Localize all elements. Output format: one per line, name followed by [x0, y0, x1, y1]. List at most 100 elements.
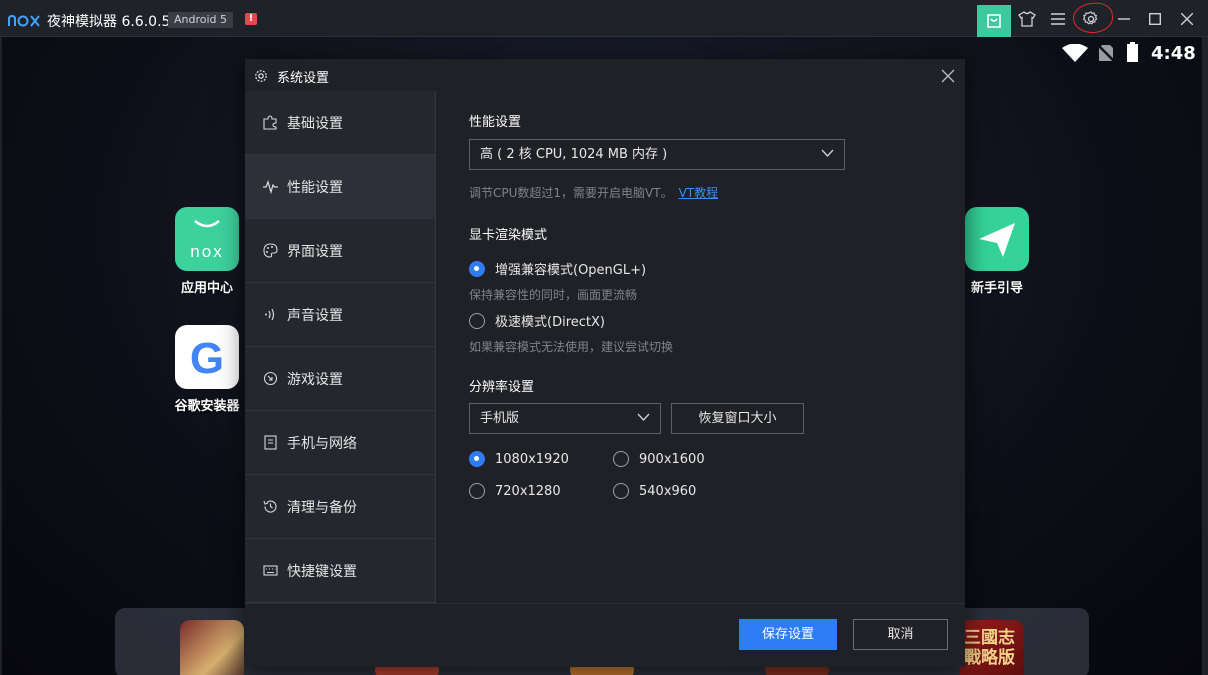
- dialog-title: 系统设置: [277, 71, 330, 86]
- sidebar-item-performance[interactable]: 性能设置: [245, 155, 435, 219]
- beginner-guide-label: 新手引导: [970, 281, 1023, 296]
- close-icon: [941, 69, 955, 83]
- sidebar-item-label: 性能设置: [287, 179, 343, 196]
- android-version-badge: Android 5: [168, 12, 234, 28]
- resolution-option-label: 540x960: [639, 483, 697, 499]
- resolution-option-label: 1080x1920: [495, 451, 569, 467]
- sidebar-item-basic[interactable]: 基础设置: [245, 91, 435, 155]
- opengl-desc: 保持兼容性的同时，画面更流畅: [469, 288, 638, 302]
- opengl-radio-label: 增强兼容模式(OpenGL+): [495, 263, 647, 278]
- sidebar-item-clean-backup[interactable]: 清理与备份: [245, 475, 435, 539]
- app-center-label: 应用中心: [180, 281, 233, 296]
- directx-radio-label: 极速模式(DirectX): [495, 315, 605, 330]
- resolution-1080-radio[interactable]: 1080x1920: [469, 451, 569, 467]
- battery-icon: [1127, 42, 1138, 62]
- title-bar: 夜神模拟器 6.6.0.5 Android 5 !: [0, 0, 1208, 37]
- sidebar-item-label: 基础设置: [287, 115, 343, 132]
- resolution-mode-value: 手机版: [480, 411, 520, 426]
- sidebar-item-label: 界面设置: [287, 243, 343, 260]
- performance-hint-text: 调节CPU数超过1，需要开启电脑VT。: [469, 186, 673, 200]
- resolution-option-label: 720x1280: [495, 483, 561, 499]
- nox-tile-text: nox: [190, 242, 223, 261]
- app-title: 夜神模拟器 6.6.0.5: [47, 14, 171, 30]
- sidebar-item-shortcuts[interactable]: 快捷键设置: [245, 539, 435, 603]
- sidebar-item-label: 清理与备份: [287, 499, 357, 516]
- save-settings-button[interactable]: 保存设置: [739, 619, 837, 650]
- close-window-button[interactable]: [1172, 5, 1202, 33]
- keyboard-icon: [262, 563, 278, 579]
- sidebar-item-label: 游戏设置: [287, 371, 343, 388]
- graphics-section-title: 显卡渲染模式: [469, 228, 548, 243]
- status-time: 4:48: [1151, 43, 1196, 64]
- restore-window-size-button[interactable]: 恢复窗口大小: [671, 403, 804, 434]
- maximize-icon: [1149, 13, 1161, 25]
- phone-icon: [262, 435, 278, 451]
- no-sim-icon: [1097, 44, 1115, 66]
- performance-settings-panel: 性能设置 高 ( 2 核 CPU, 1024 MB 内存 ) 调节CPU数超过1…: [437, 91, 965, 603]
- directx-radio[interactable]: 极速模式(DirectX): [469, 311, 605, 330]
- radio-checked-icon: [469, 451, 485, 467]
- skin-icon: [1018, 11, 1036, 27]
- performance-hint: 调节CPU数超过1，需要开启电脑VT。 VT教程: [469, 184, 718, 201]
- palette-icon: [262, 243, 278, 259]
- performance-select[interactable]: 高 ( 2 核 CPU, 1024 MB 内存 ): [469, 139, 845, 170]
- beginner-guide-tile: [965, 207, 1029, 271]
- speaker-icon: [262, 307, 278, 323]
- close-icon: [1181, 13, 1193, 25]
- pulse-icon: [262, 179, 278, 195]
- puzzle-icon: [262, 115, 278, 131]
- radio-unchecked-icon: [469, 483, 485, 499]
- chevron-down-icon: [821, 149, 834, 157]
- dock-game-5-title: 三國志 戰略版: [964, 628, 1015, 668]
- settings-sidebar: 基础设置 性能设置 界面设置 声音设置 游戏设置 手机与网络 清理与备份 快捷键…: [245, 91, 436, 603]
- vt-tutorial-link[interactable]: VT教程: [679, 186, 719, 200]
- opengl-radio[interactable]: 增强兼容模式(OpenGL+): [469, 259, 646, 278]
- resolution-540-radio[interactable]: 540x960: [613, 483, 696, 499]
- radio-unchecked-icon: [613, 451, 629, 467]
- app-center-tile: nox: [175, 207, 239, 271]
- google-installer-tile: G: [175, 325, 239, 389]
- sidebar-item-label: 快捷键设置: [287, 563, 357, 580]
- resolution-mode-select[interactable]: 手机版: [469, 403, 661, 434]
- store-button[interactable]: [977, 5, 1011, 37]
- beginner-guide-icon[interactable]: 新手引导: [962, 207, 1032, 296]
- minimize-icon: [1118, 18, 1130, 20]
- radio-unchecked-icon: [469, 312, 485, 329]
- nox-logo-icon: [8, 12, 40, 31]
- radio-checked-icon: [469, 260, 485, 277]
- wifi-icon: [1062, 43, 1088, 66]
- directx-desc: 如果兼容模式无法使用，建议尝试切换: [469, 340, 674, 354]
- resolution-section-title: 分辨率设置: [469, 380, 535, 395]
- store-icon: [987, 14, 1001, 28]
- resolution-option-label: 900x1600: [639, 451, 705, 467]
- minimize-button[interactable]: [1109, 5, 1139, 33]
- chevron-down-icon: [637, 413, 650, 421]
- app-center-icon[interactable]: nox 应用中心: [172, 207, 242, 296]
- dialog-close-button[interactable]: [941, 68, 955, 83]
- cancel-button[interactable]: 取消: [853, 619, 948, 650]
- history-icon: [262, 499, 278, 515]
- sidebar-item-label: 声音设置: [287, 307, 343, 324]
- sidebar-item-interface[interactable]: 界面设置: [245, 219, 435, 283]
- sidebar-item-phone-network[interactable]: 手机与网络: [245, 411, 435, 475]
- google-installer-label: 谷歌安装器: [174, 399, 240, 414]
- skin-button[interactable]: [1012, 5, 1042, 33]
- gamepad-icon: [262, 371, 278, 387]
- performance-select-value: 高 ( 2 核 CPU, 1024 MB 内存 ): [480, 147, 668, 162]
- google-installer-icon[interactable]: G 谷歌安装器: [172, 325, 242, 414]
- resolution-720-radio[interactable]: 720x1280: [469, 483, 561, 499]
- dialog-footer: 保存设置 取消: [245, 603, 965, 667]
- dock-game-1[interactable]: [180, 620, 244, 675]
- maximize-button[interactable]: [1140, 5, 1170, 33]
- resolution-900-radio[interactable]: 900x1600: [613, 451, 705, 467]
- sidebar-item-game[interactable]: 游戏设置: [245, 347, 435, 411]
- menu-button[interactable]: [1043, 5, 1073, 33]
- sidebar-item-label: 手机与网络: [287, 435, 357, 452]
- system-settings-dialog: 系统设置 基础设置 性能设置 界面设置 声音设置 游戏设置 手机与网络 清理与备…: [245, 59, 965, 667]
- dialog-header: 系统设置: [245, 59, 965, 91]
- google-g-text: G: [190, 334, 224, 383]
- sidebar-item-sound[interactable]: 声音设置: [245, 283, 435, 347]
- alert-badge[interactable]: !: [245, 13, 257, 25]
- dock-game-5[interactable]: 三國志 戰略版: [960, 620, 1024, 675]
- settings-gear-icon: [254, 68, 268, 87]
